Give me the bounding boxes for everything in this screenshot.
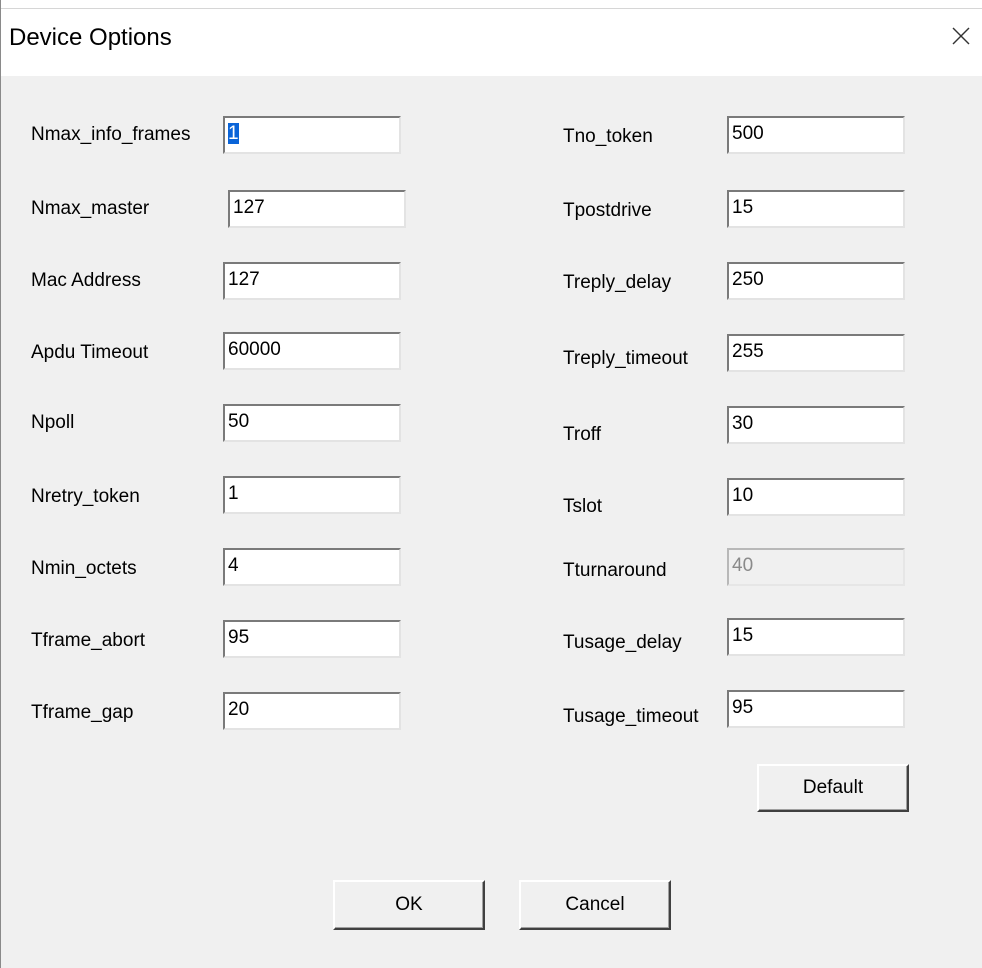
tusage-timeout-label: Tusage_timeout bbox=[563, 706, 699, 727]
treply-delay-label: Treply_delay bbox=[563, 272, 672, 293]
nmax-master-field[interactable]: 127 bbox=[228, 190, 406, 228]
tno-token-label: Tno_token bbox=[563, 126, 653, 147]
tno-token-field[interactable]: 500 bbox=[727, 116, 905, 154]
cancel-button[interactable]: Cancel bbox=[519, 880, 671, 930]
npoll-label: Npoll bbox=[31, 412, 75, 433]
nmax-info-frames-value: 1 bbox=[228, 123, 239, 144]
close-icon bbox=[952, 27, 970, 45]
tframe-abort-label: Tframe_abort bbox=[31, 630, 146, 651]
troff-field[interactable]: 30 bbox=[727, 406, 905, 444]
tslot-label: Tslot bbox=[563, 496, 603, 517]
tpostdrive-field[interactable]: 15 bbox=[727, 190, 905, 228]
treply-delay-field[interactable]: 250 bbox=[727, 262, 905, 300]
tusage-delay-field[interactable]: 15 bbox=[727, 618, 905, 656]
close-button[interactable] bbox=[939, 14, 982, 58]
tpostdrive-label: Tpostdrive bbox=[563, 200, 652, 221]
ok-button[interactable]: OK bbox=[333, 880, 485, 930]
troff-label: Troff bbox=[563, 424, 602, 445]
treply-timeout-field[interactable]: 255 bbox=[727, 334, 905, 372]
tframe-gap-field[interactable]: 20 bbox=[223, 692, 401, 730]
apdu-timeout-field[interactable]: 60000 bbox=[223, 332, 401, 370]
tframe-abort-field[interactable]: 95 bbox=[223, 620, 401, 658]
title-bar-top-strip bbox=[1, 0, 982, 9]
nmax-info-frames-field[interactable]: 1 bbox=[223, 116, 401, 154]
nretry-token-field[interactable]: 1 bbox=[223, 476, 401, 514]
mac-address-label: Mac Address bbox=[31, 270, 141, 291]
default-button[interactable]: Default bbox=[757, 764, 909, 812]
npoll-field[interactable]: 50 bbox=[223, 404, 401, 442]
device-options-dialog: Device Options Nmax_info_frames 1 Nmax_m… bbox=[0, 0, 982, 968]
nmax-info-frames-label: Nmax_info_frames bbox=[31, 124, 191, 145]
apdu-timeout-label: Apdu Timeout bbox=[31, 342, 149, 363]
tturnaround-label: Tturnaround bbox=[563, 560, 667, 581]
tframe-gap-label: Tframe_gap bbox=[31, 702, 134, 723]
title-bar: Device Options bbox=[1, 0, 982, 76]
nmin-octets-field[interactable]: 4 bbox=[223, 548, 401, 586]
treply-timeout-label: Treply_timeout bbox=[563, 348, 688, 369]
tusage-timeout-field[interactable]: 95 bbox=[727, 690, 905, 728]
mac-address-field[interactable]: 127 bbox=[223, 262, 401, 300]
nmin-octets-label: Nmin_octets bbox=[31, 558, 137, 579]
tusage-delay-label: Tusage_delay bbox=[563, 632, 682, 653]
nmax-master-label: Nmax_master bbox=[31, 198, 150, 219]
tturnaround-field: 40 bbox=[727, 548, 905, 586]
window-title: Device Options bbox=[9, 24, 172, 51]
nretry-token-label: Nretry_token bbox=[31, 486, 140, 507]
tslot-field[interactable]: 10 bbox=[727, 478, 905, 516]
